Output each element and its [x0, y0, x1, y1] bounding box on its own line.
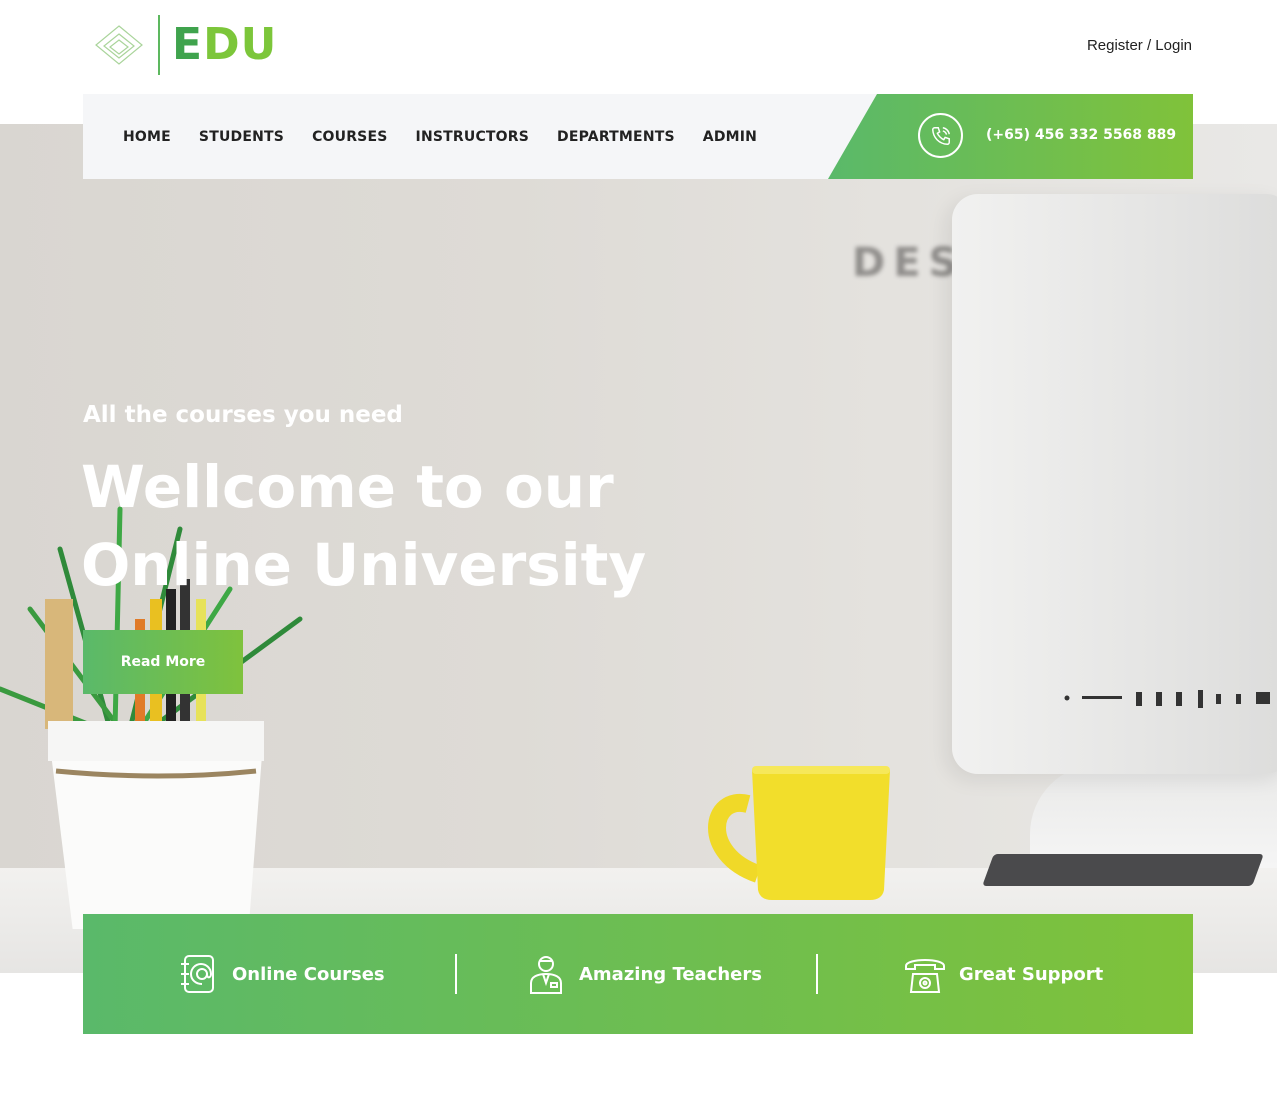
- hero-title: Wellcome to our Online University: [81, 448, 701, 604]
- register-login-link[interactable]: Register / Login: [1087, 37, 1192, 54]
- top-header: EDU Register / Login: [0, 0, 1277, 94]
- nav-item-departments[interactable]: DEPARTMENTS: [557, 129, 675, 145]
- phone-contact-box[interactable]: (+65) 456 332 5568 889: [828, 94, 1193, 179]
- hero-title-line-2: Online University: [81, 531, 647, 599]
- keyboard-image: [982, 854, 1264, 886]
- hero-subtitle: All the courses you need: [83, 402, 403, 428]
- logo-diamond-icon: [95, 25, 143, 65]
- feature-online-courses[interactable]: Online Courses: [178, 914, 385, 1034]
- logo-divider: [158, 15, 160, 75]
- address-book-icon: [181, 955, 214, 993]
- site-logo[interactable]: EDU: [92, 14, 277, 76]
- nav-menu: HOME STUDENTS COURSES INSTRUCTORS DEPART…: [123, 94, 757, 179]
- feature-divider: [455, 954, 457, 994]
- nav-item-courses[interactable]: COURSES: [312, 129, 387, 145]
- nav-item-admin[interactable]: ADMIN: [703, 129, 757, 145]
- feature-label: Amazing Teachers: [579, 963, 762, 985]
- hero-title-line-1: Wellcome to our: [81, 453, 614, 521]
- feature-great-support[interactable]: Great Support: [903, 914, 1103, 1034]
- feature-divider: [816, 954, 818, 994]
- features-strip: Online Courses Amazing Teachers Great Su…: [83, 914, 1193, 1034]
- teacher-icon: [530, 956, 562, 994]
- yellow-mug-image: [708, 766, 890, 900]
- nav-item-students[interactable]: STUDENTS: [199, 129, 284, 145]
- background-wall-text: DES: [852, 240, 966, 286]
- read-more-button[interactable]: Read More: [83, 630, 243, 694]
- telephone-icon: [905, 959, 945, 993]
- monitor-ports-image: [1064, 690, 1270, 708]
- nav-item-instructors[interactable]: INSTRUCTORS: [416, 129, 530, 145]
- feature-amazing-teachers[interactable]: Amazing Teachers: [525, 914, 762, 1034]
- logo-text: EDU: [172, 19, 278, 70]
- phone-icon: [918, 113, 963, 158]
- feature-label: Great Support: [959, 963, 1104, 985]
- nav-item-home[interactable]: HOME: [123, 129, 171, 145]
- feature-label: Online Courses: [232, 963, 385, 985]
- phone-number: (+65) 456 332 5568 889: [986, 127, 1177, 143]
